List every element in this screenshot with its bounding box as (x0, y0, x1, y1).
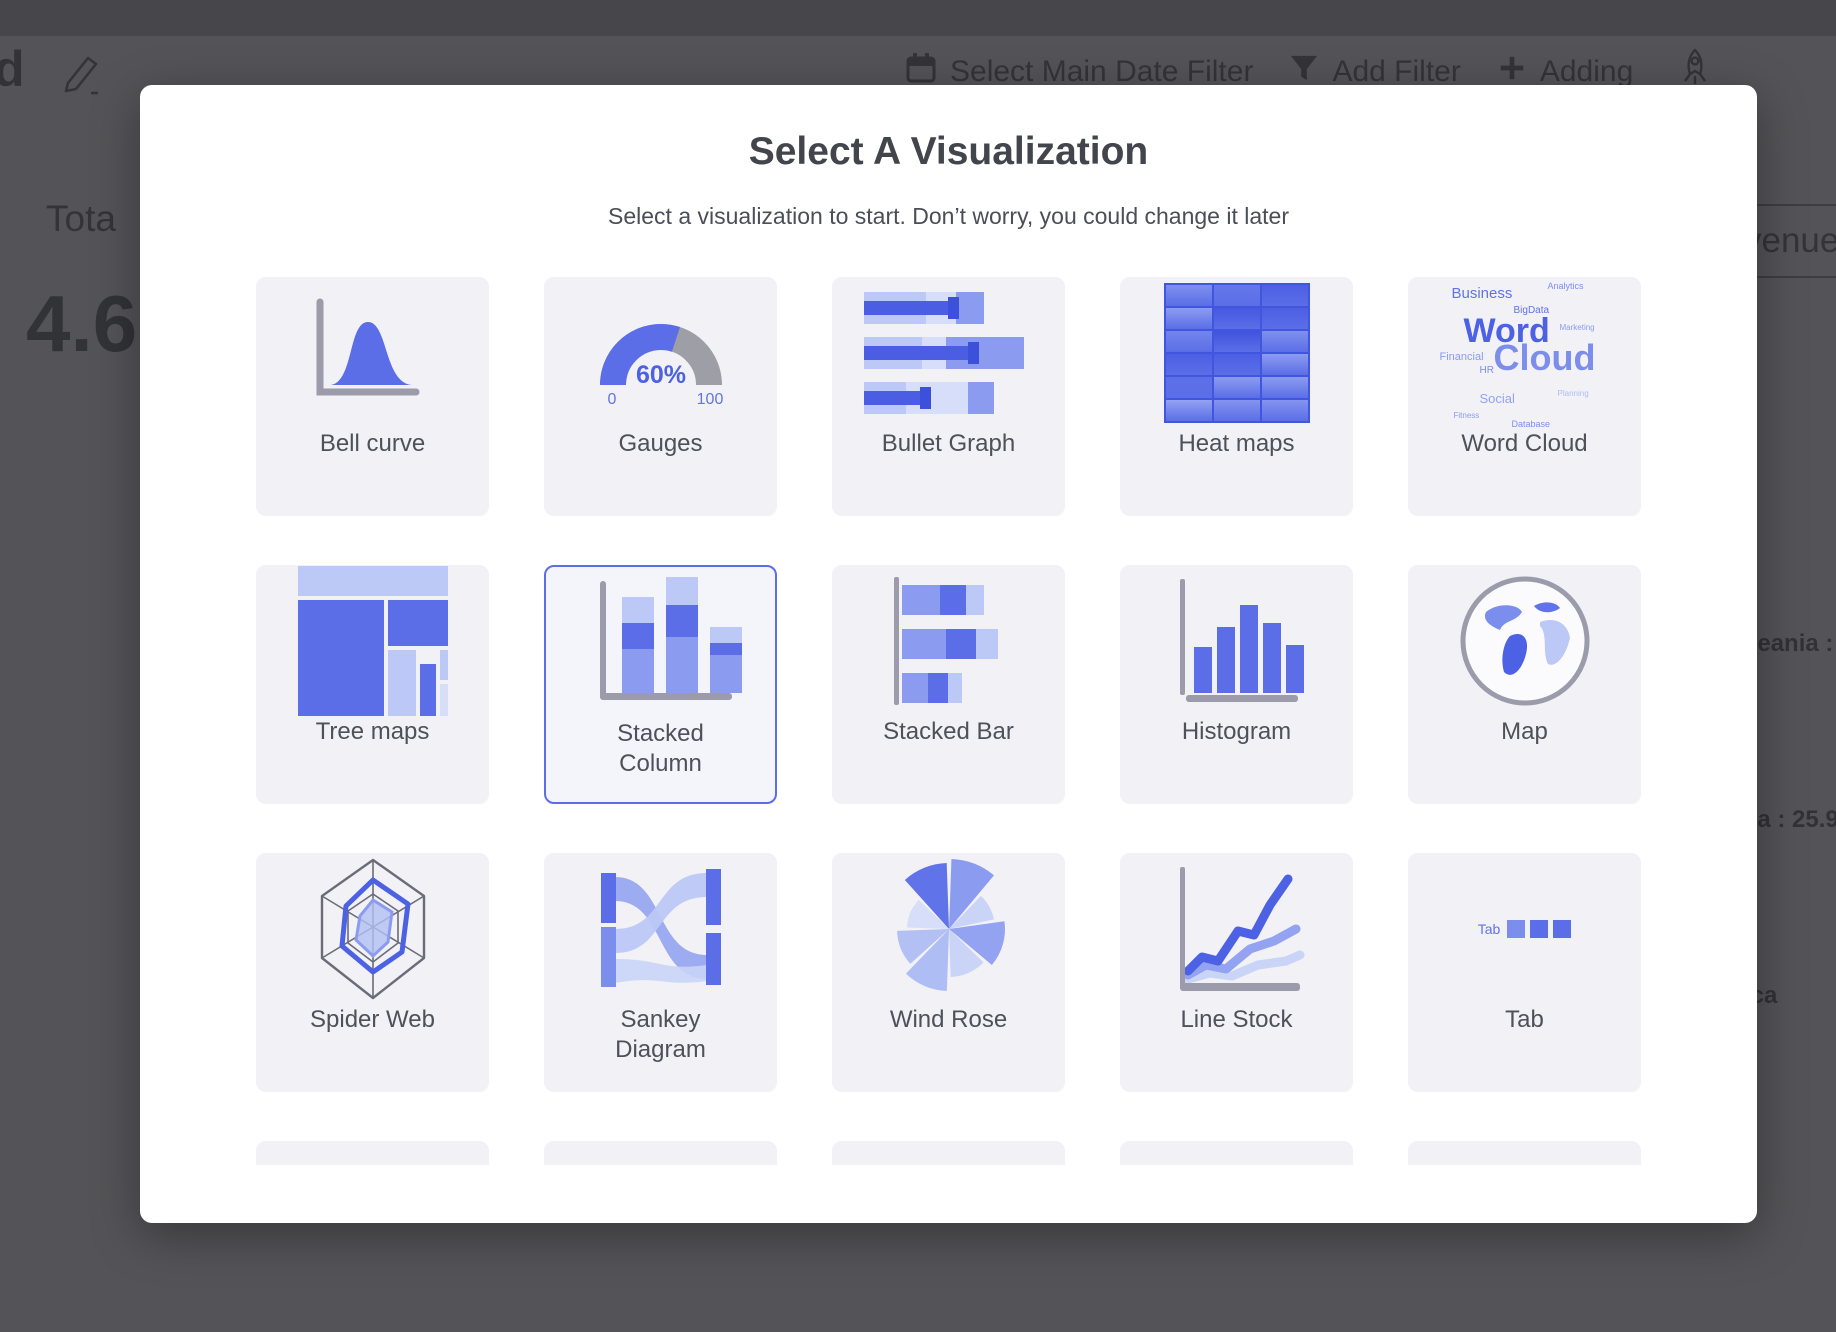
bullet-graph-icon (832, 277, 1065, 429)
sankey-diagram-icon (544, 853, 777, 1005)
histogram-icon (1120, 565, 1353, 717)
heat-maps-icon (1120, 277, 1353, 429)
dialog-subtitle: Select a visualization to start. Don’t w… (140, 203, 1757, 230)
word-cloud-word: Social (1480, 392, 1515, 405)
viz-card-label: Map (1440, 717, 1610, 747)
select-visualization-dialog: Select A Visualization Select a visualiz… (140, 85, 1757, 1223)
word-cloud-icon: BusinessAnalyticsBigDataWordMarketingFin… (1408, 277, 1641, 429)
viz-card-stacked-column[interactable]: Stacked Column (544, 565, 777, 804)
word-cloud-word: Fitness (1454, 412, 1480, 420)
viz-card-label: Gauges (576, 429, 746, 459)
spider-web-icon (256, 853, 489, 1005)
viz-card-tab[interactable]: Tab Tab (1408, 853, 1641, 1092)
stacked-bar-icon (832, 565, 1065, 717)
viz-card-partially-hidden[interactable] (1408, 1141, 1641, 1165)
gauge-value: 60% (635, 361, 685, 389)
map-icon (1408, 565, 1641, 717)
viz-card-partially-hidden[interactable] (832, 1141, 1065, 1165)
word-cloud-word: Analytics (1548, 282, 1584, 291)
viz-card-label: Tree maps (288, 717, 458, 747)
viz-card-sankey-diagram[interactable]: Sankey Diagram (544, 853, 777, 1092)
viz-card-label: Histogram (1152, 717, 1322, 747)
gauge-min: 0 (607, 391, 616, 405)
viz-card-word-cloud[interactable]: BusinessAnalyticsBigDataWordMarketingFin… (1408, 277, 1641, 516)
hidden-card-icon (1120, 1141, 1353, 1165)
viz-card-heat-maps[interactable]: Heat maps (1120, 277, 1353, 516)
viz-card-line-stock[interactable]: Line Stock (1120, 853, 1353, 1092)
hidden-card-icon (832, 1141, 1065, 1165)
viz-card-wind-rose[interactable]: Wind Rose (832, 853, 1065, 1092)
viz-card-label: Heat maps (1152, 429, 1322, 459)
viz-card-bullet-graph[interactable]: Bullet Graph (832, 277, 1065, 516)
word-cloud-word: Business (1452, 286, 1513, 301)
viz-card-tree-maps[interactable]: Tree maps (256, 565, 489, 804)
viz-card-label: Line Stock (1152, 1005, 1322, 1035)
viz-card-bell-curve[interactable]: Bell curve (256, 277, 489, 516)
viz-card-partially-hidden[interactable] (256, 1141, 489, 1165)
viz-card-histogram[interactable]: Histogram (1120, 565, 1353, 804)
visualization-grid: Bell curve 60% 0 100 Gauges Bullet Graph H… (256, 277, 1644, 1165)
hidden-card-icon (256, 1141, 489, 1165)
gauges-icon: 60% 0 100 (544, 277, 777, 429)
viz-card-label: Tab (1440, 1005, 1610, 1035)
viz-card-label: Bullet Graph (864, 429, 1034, 459)
hidden-card-icon (1408, 1141, 1641, 1165)
tree-maps-icon (256, 565, 489, 717)
viz-card-stacked-bar[interactable]: Stacked Bar (832, 565, 1065, 804)
bell-curve-icon (256, 277, 489, 429)
word-cloud-word: Database (1512, 420, 1551, 429)
viz-card-spider-web[interactable]: Spider Web (256, 853, 489, 1092)
viz-card-label: Stacked Column (576, 719, 746, 779)
viz-card-label: Spider Web (288, 1005, 458, 1035)
stacked-column-icon (546, 567, 775, 719)
viz-card-label: Wind Rose (864, 1005, 1034, 1035)
tab-icon: Tab (1408, 853, 1641, 1005)
viz-card-label: Bell curve (288, 429, 458, 459)
line-stock-icon (1120, 853, 1353, 1005)
viz-card-partially-hidden[interactable] (544, 1141, 777, 1165)
hidden-card-icon (544, 1141, 777, 1165)
viz-card-label: Stacked Bar (864, 717, 1034, 747)
word-cloud-word: Planning (1558, 390, 1589, 398)
dialog-title: Select A Visualization (140, 85, 1757, 175)
word-cloud-word: Financial (1440, 352, 1484, 363)
gauge-max: 100 (696, 391, 723, 405)
wind-rose-icon (832, 853, 1065, 1005)
viz-card-gauges[interactable]: 60% 0 100 Gauges (544, 277, 777, 516)
viz-card-partially-hidden[interactable] (1120, 1141, 1353, 1165)
viz-card-label: Word Cloud (1440, 429, 1610, 459)
word-cloud-word: HR (1480, 366, 1494, 376)
word-cloud-word: Marketing (1560, 324, 1595, 332)
viz-card-map[interactable]: Map (1408, 565, 1641, 804)
word-cloud-word: Cloud (1494, 340, 1596, 376)
tab-icon-label: Tab (1478, 921, 1501, 937)
viz-card-label: Sankey Diagram (576, 1005, 746, 1065)
